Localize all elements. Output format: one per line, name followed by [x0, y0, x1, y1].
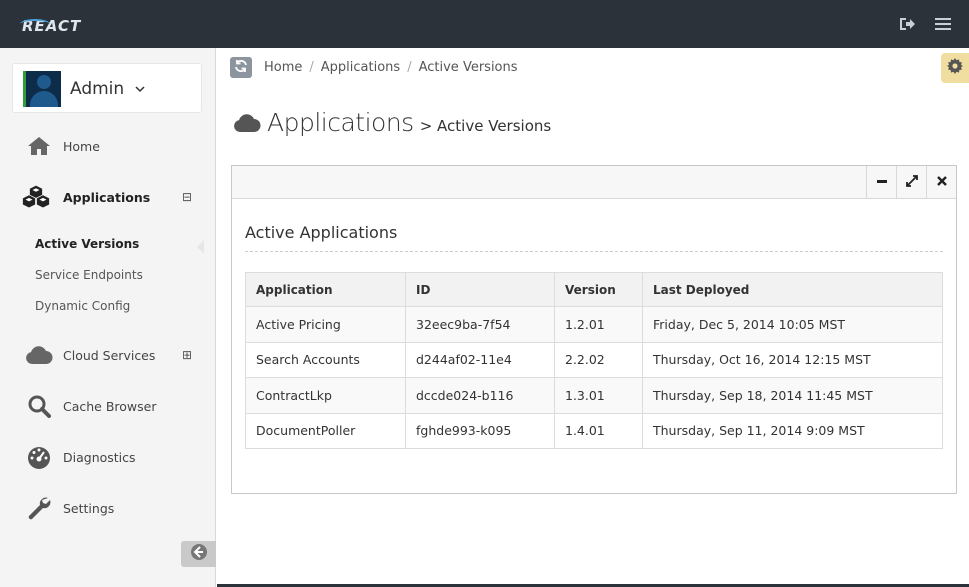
breadcrumb-separator: / — [407, 60, 412, 75]
cloud-icon — [233, 113, 261, 133]
app-logo[interactable]: REACT — [20, 17, 81, 35]
applications-table: Application ID Version Last Deployed Act… — [245, 272, 943, 449]
sidebar-item-cache-browser[interactable]: Cache Browser — [0, 388, 216, 424]
sidebar-subitem-service-endpoints[interactable]: Service Endpoints — [35, 268, 143, 282]
top-bar: REACT — [0, 0, 969, 48]
column-header[interactable]: Version — [554, 272, 643, 307]
user-name[interactable]: Admin — [70, 79, 124, 99]
arrow-left-icon — [190, 543, 208, 565]
cloud-icon — [25, 341, 53, 369]
close-button[interactable] — [926, 166, 956, 199]
sidebar-item-home[interactable]: Home — [0, 128, 216, 164]
sidebar-item-diagnostics[interactable]: Diagnostics — [0, 439, 216, 475]
refresh-button[interactable] — [230, 57, 252, 78]
sidebar-item-label: Cache Browser — [63, 398, 157, 414]
cell-last-deployed: Thursday, Sep 11, 2014 9:09 MST — [642, 412, 943, 449]
fullscreen-button[interactable] — [896, 166, 926, 199]
home-icon — [25, 132, 53, 160]
column-header[interactable]: Last Deployed — [642, 272, 943, 307]
logo-swoosh — [20, 19, 50, 29]
chevron-down-icon[interactable] — [135, 82, 145, 96]
table-row[interactable]: Search Accounts d244af02-11e4 2.2.02 Thu… — [245, 341, 943, 378]
cell-application: Search Accounts — [245, 341, 406, 378]
column-header[interactable]: ID — [405, 272, 555, 307]
sidebar-item-label: Home — [63, 138, 100, 154]
hamburger-menu-icon[interactable] — [933, 14, 953, 34]
page-title-text: Applications — [267, 108, 414, 137]
cubes-icon — [22, 183, 50, 211]
table-row[interactable]: Active Pricing 32eec9ba-7f54 1.2.01 Frid… — [245, 306, 943, 343]
expand-toggle[interactable]: ⊞ — [182, 349, 192, 361]
sidebar-item-label: Diagnostics — [63, 449, 136, 465]
active-applications-widget: Active Applications Application ID Versi… — [231, 165, 957, 494]
sidebar-item-label: Applications — [63, 189, 151, 205]
cell-application: DocumentPoller — [245, 412, 406, 449]
sidebar-item-label: Settings — [63, 500, 115, 516]
divider — [245, 251, 943, 252]
wrench-icon — [25, 494, 53, 522]
user-menu[interactable]: Admin — [12, 63, 202, 113]
cell-id: dccde024-b116 — [405, 377, 555, 414]
table-header-row: Application ID Version Last Deployed — [245, 272, 943, 307]
cell-version: 1.4.01 — [554, 412, 643, 449]
sidebar: Admin Home Applications ⊟ Active Version… — [0, 48, 216, 587]
close-icon — [936, 175, 948, 191]
sidebar-item-label: Cloud Services — [63, 347, 156, 363]
logout-icon[interactable] — [897, 14, 917, 34]
widget-header — [232, 166, 956, 199]
avatar — [23, 71, 61, 107]
cell-application: ContractLkp — [245, 377, 406, 414]
cell-id: fghde993-k095 — [405, 412, 555, 449]
breadcrumb-current: Active Versions — [418, 60, 518, 75]
widget-title: Active Applications — [245, 223, 398, 242]
column-header[interactable]: Application — [245, 272, 406, 307]
cell-last-deployed: Thursday, Sep 18, 2014 11:45 MST — [642, 377, 943, 414]
page-subtitle: > Active Versions — [419, 117, 552, 135]
cell-version: 2.2.02 — [554, 341, 643, 378]
active-caret — [197, 240, 204, 254]
table-row[interactable]: ContractLkp dccde024-b116 1.3.01 Thursda… — [245, 377, 943, 414]
sidebar-subitem-active-versions[interactable]: Active Versions — [35, 237, 139, 251]
sidebar-item-applications[interactable]: Applications ⊟ — [0, 179, 216, 215]
breadcrumb-applications[interactable]: Applications — [321, 60, 400, 75]
sidebar-item-cloud-services[interactable]: Cloud Services ⊞ — [0, 337, 216, 373]
cell-version: 1.3.01 — [554, 377, 643, 414]
minus-icon — [876, 175, 888, 191]
refresh-icon — [234, 59, 248, 77]
minimize-button[interactable] — [866, 166, 896, 199]
cell-application: Active Pricing — [245, 306, 406, 343]
cell-version: 1.2.01 — [554, 306, 643, 343]
expand-icon — [905, 174, 919, 192]
cell-id: d244af02-11e4 — [405, 341, 555, 378]
page-title: Applications > Active Versions — [233, 108, 551, 137]
table-row[interactable]: DocumentPoller fghde993-k095 1.4.01 Thur… — [245, 412, 943, 449]
settings-panel-toggle[interactable] — [941, 53, 969, 83]
dashboard-icon — [25, 443, 53, 471]
cell-id: 32eec9ba-7f54 — [405, 306, 555, 343]
breadcrumb-separator: / — [309, 60, 314, 75]
cell-last-deployed: Thursday, Oct 16, 2014 12:15 MST — [642, 341, 943, 378]
cell-last-deployed: Friday, Dec 5, 2014 10:05 MST — [642, 306, 943, 343]
breadcrumb-home[interactable]: Home — [264, 60, 302, 75]
collapse-sidebar-button[interactable] — [181, 541, 216, 567]
gear-icon — [947, 58, 963, 78]
search-icon — [25, 392, 53, 420]
breadcrumb: Home / Applications / Active Versions — [264, 60, 518, 75]
sidebar-subitem-dynamic-config[interactable]: Dynamic Config — [35, 299, 130, 313]
sidebar-item-settings[interactable]: Settings — [0, 490, 216, 526]
collapse-toggle[interactable]: ⊟ — [182, 191, 192, 203]
